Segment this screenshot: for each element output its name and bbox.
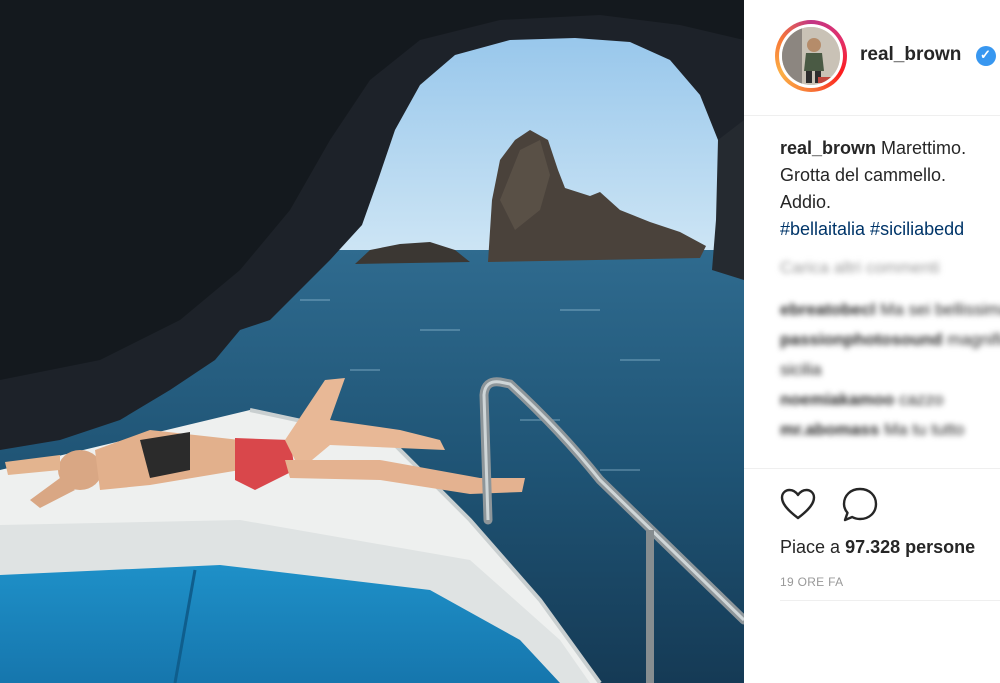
- comment-item: mr.abomass Ma tu tutto: [780, 415, 1000, 445]
- comment-text: sicilia: [780, 360, 822, 379]
- comment-user[interactable]: mr.abomass: [780, 420, 879, 439]
- post-username[interactable]: real_brown: [860, 44, 961, 66]
- comment-user[interactable]: ebreatobecl: [780, 300, 875, 319]
- likes-prefix: Piace a: [780, 537, 841, 557]
- post-image: [0, 0, 744, 683]
- caption-line-1: Marettimo.: [881, 138, 967, 158]
- likes-count[interactable]: Piace a 97.328 persone: [780, 537, 975, 558]
- comment-item: ebreatobecl Ma sei bellissima: [780, 295, 1000, 325]
- caption-hashtags[interactable]: #bellaitalia #siciliabedd: [780, 216, 1000, 243]
- post-header: real_brown ✓: [744, 0, 1000, 116]
- comment-text: Ma tu tutto: [883, 420, 965, 439]
- likes-suffix: persone: [905, 537, 976, 557]
- comment-text: magnifique: [947, 330, 1000, 349]
- comments-list: ebreatobecl Ma sei bellissima passionpho…: [780, 295, 1000, 445]
- comment-user[interactable]: passionphotosound: [780, 330, 942, 349]
- heart-outline-icon[interactable]: [778, 485, 818, 525]
- divider: [780, 600, 1000, 601]
- speech-bubble-icon[interactable]: [840, 485, 880, 525]
- post-actions: Piace a 97.328 persone 19 ORE FA: [744, 468, 1000, 669]
- post-side-panel: real_brown ✓ real_brown Marettimo. Grott…: [744, 0, 1000, 683]
- likes-number: 97.328: [845, 537, 901, 557]
- story-ring[interactable]: [775, 20, 847, 92]
- avatar-image: [782, 27, 840, 85]
- comment-text: cazzo: [899, 390, 944, 409]
- comment-user[interactable]: noemiakamoo: [780, 390, 894, 409]
- load-more-comments[interactable]: Carica altri commenti: [780, 258, 940, 278]
- caption-line-2: Grotta del cammello.: [780, 165, 947, 185]
- comment-text: Ma sei bellissima: [880, 300, 1000, 319]
- verified-badge-icon: ✓: [976, 46, 996, 66]
- post-caption: real_brown Marettimo. Grotta del cammell…: [780, 135, 1000, 243]
- avatar[interactable]: [779, 24, 843, 88]
- comment-item: sicilia: [780, 355, 1000, 385]
- post-photo[interactable]: [0, 0, 744, 683]
- comment-item: passionphotosound magnifique: [780, 325, 1000, 355]
- comment-item: noemiakamoo cazzo: [780, 385, 1000, 415]
- caption-username[interactable]: real_brown: [780, 138, 876, 158]
- post-timestamp[interactable]: 19 ORE FA: [780, 575, 843, 589]
- caption-line-3: Addio.: [780, 192, 832, 212]
